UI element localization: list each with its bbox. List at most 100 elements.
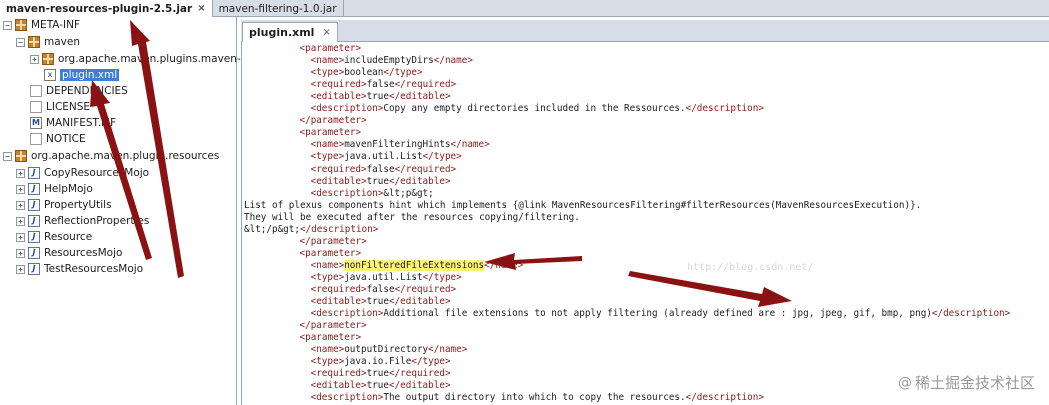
package-icon xyxy=(15,19,27,31)
file-icon xyxy=(30,101,42,113)
code-line[interactable]: <editable>true</editable> xyxy=(311,296,451,308)
code-line[interactable]: &lt;/p&gt;</description> xyxy=(244,224,378,236)
expand-icon[interactable]: + xyxy=(16,248,25,258)
tree-item-meta-inf[interactable]: − META-INF xyxy=(3,17,80,33)
code-line[interactable]: <name>includeEmptyDirs</name> xyxy=(311,55,473,67)
expand-icon[interactable]: + xyxy=(16,232,25,242)
brand-text: 稀土掘金技术社区 xyxy=(914,374,1035,392)
file-icon xyxy=(30,85,42,97)
code-line[interactable]: <required>false</required> xyxy=(311,284,457,296)
code-line[interactable]: <description>Copy any empty directories … xyxy=(311,103,764,115)
java-class-icon: J xyxy=(28,231,40,243)
xml-code-editor[interactable]: http://blog.csdn.net/ <parameter> <name>i… xyxy=(241,42,1049,405)
jar-file-tree: − META-INF − maven + org.apache.maven.pl… xyxy=(0,17,257,405)
code-line[interactable]: <name>outputDirectory</name> xyxy=(311,344,468,356)
expand-icon[interactable]: + xyxy=(16,200,25,210)
code-line[interactable]: <required>false</required> xyxy=(311,164,457,176)
at-icon: @ xyxy=(897,374,912,391)
tree-item-plugin-xml[interactable]: x plugin.xml xyxy=(44,67,120,83)
tree-item-label: Resource xyxy=(44,231,93,243)
jar-tab-bar: maven-resources-plugin-2.5.jar × maven-f… xyxy=(0,0,1049,17)
tree-item-class[interactable]: + J ResourcesMojo xyxy=(16,245,122,261)
tree-item-label: LICENSE xyxy=(46,101,91,113)
code-line[interactable]: <parameter> xyxy=(300,248,362,260)
url-watermark: http://blog.csdn.net/ xyxy=(687,262,814,273)
tree-item-label: HelpMojo xyxy=(44,183,93,195)
code-line[interactable]: <description>Additional file extensions … xyxy=(311,308,1011,320)
tree-item-maven[interactable]: − maven xyxy=(16,34,80,50)
code-line[interactable]: <description>&lt;p&gt; xyxy=(311,188,434,200)
expand-icon[interactable]: + xyxy=(16,184,25,194)
java-class-icon: J xyxy=(28,183,40,195)
code-line[interactable]: <type>java.util.List</type> xyxy=(311,151,462,163)
jar-tab-label: maven-filtering-1.0.jar xyxy=(218,2,337,15)
code-line[interactable]: <editable>true</editable> xyxy=(311,380,451,392)
expand-icon[interactable]: + xyxy=(16,216,25,226)
tree-item-label: PropertyUtils xyxy=(44,199,112,211)
code-line[interactable]: <parameter> xyxy=(300,43,362,55)
tree-item-label: MANIFEST.MF xyxy=(46,117,117,129)
collapse-icon[interactable]: − xyxy=(16,37,25,47)
code-line[interactable]: <parameter> xyxy=(300,127,362,139)
collapse-icon[interactable]: − xyxy=(3,20,12,30)
java-class-icon: J xyxy=(28,263,40,275)
tree-item-class[interactable]: + J CopyResourcesMojo xyxy=(16,165,149,181)
code-line[interactable]: <type>java.io.File</type> xyxy=(311,356,451,368)
tree-item-label: NOTICE xyxy=(46,133,86,145)
java-class-icon: J xyxy=(28,167,40,179)
tree-item-label: org.apache.maven.plugins.maven-res xyxy=(58,53,257,65)
jar-tab-maven-resources-plugin[interactable]: maven-resources-plugin-2.5.jar × xyxy=(0,0,213,17)
code-line[interactable]: <name>nonFilteredFileExtensions</name> xyxy=(311,259,523,272)
package-icon xyxy=(42,53,54,65)
editor-tab-label: plugin.xml xyxy=(249,26,315,39)
java-class-icon: J xyxy=(28,215,40,227)
code-line[interactable]: <editable>true</editable> xyxy=(311,176,451,188)
jar-tab-label: maven-resources-plugin-2.5.jar xyxy=(6,2,193,15)
java-class-icon: J xyxy=(28,247,40,259)
code-line[interactable]: They will be executed after the resource… xyxy=(244,212,580,224)
tree-item-label: CopyResourcesMojo xyxy=(44,167,150,179)
code-line[interactable]: <required>false</required> xyxy=(311,79,457,91)
code-line[interactable]: </parameter> xyxy=(300,236,367,248)
package-icon xyxy=(28,36,40,48)
collapse-icon[interactable]: − xyxy=(3,151,12,161)
expand-icon[interactable]: + xyxy=(16,264,25,274)
tree-item-label: ResourcesMojo xyxy=(44,247,123,259)
tree-item-plugin-package[interactable]: + org.apache.maven.plugins.maven-res xyxy=(30,51,257,67)
tree-item-class[interactable]: + J PropertyUtils xyxy=(16,197,112,213)
tree-item-class[interactable]: + J HelpMojo xyxy=(16,181,93,197)
tree-item-notice[interactable]: NOTICE xyxy=(30,131,86,147)
expand-icon[interactable]: + xyxy=(30,54,39,64)
code-line[interactable]: List of plexus components hint which imp… xyxy=(244,200,921,212)
tree-item-class[interactable]: + J Resource xyxy=(16,229,92,245)
xml-file-icon: x xyxy=(44,69,56,81)
code-line[interactable]: <description>The output directory into w… xyxy=(311,392,764,404)
tree-item-resources-package[interactable]: − org.apache.maven.plugin.resources xyxy=(3,148,219,164)
tree-item-manifest[interactable]: M MANIFEST.MF xyxy=(30,115,116,131)
tree-item-label: ReflectionProperties xyxy=(44,215,150,227)
file-icon xyxy=(30,133,42,145)
java-class-icon: J xyxy=(28,199,40,211)
code-line[interactable]: <type>boolean</type> xyxy=(311,67,423,79)
code-line[interactable]: </parameter> xyxy=(300,320,367,332)
package-icon xyxy=(15,150,27,162)
code-line[interactable]: </parameter> xyxy=(300,115,367,127)
tree-item-class[interactable]: + J TestResourcesMojo xyxy=(16,261,143,277)
code-line[interactable]: <name>mavenFilteringHints</name> xyxy=(311,139,490,151)
jar-tab-maven-filtering[interactable]: maven-filtering-1.0.jar xyxy=(213,0,344,17)
manifest-icon: M xyxy=(30,117,42,129)
tree-item-label: org.apache.maven.plugin.resources xyxy=(31,150,220,162)
close-icon[interactable]: × xyxy=(197,3,205,14)
code-line[interactable]: <parameter> xyxy=(300,332,362,344)
brand-watermark: @ 稀土掘金技术社区 xyxy=(898,372,1035,393)
close-icon[interactable]: × xyxy=(322,27,330,38)
code-line[interactable]: <required>true</required> xyxy=(311,368,451,380)
tree-item-class[interactable]: + J ReflectionProperties xyxy=(16,213,149,229)
tab-plugin-xml[interactable]: plugin.xml × xyxy=(242,22,338,42)
code-line[interactable]: <type>java.util.List</type> xyxy=(311,272,462,284)
tree-item-license[interactable]: LICENSE xyxy=(30,99,90,115)
tree-item-dependencies[interactable]: DEPENDENCIES xyxy=(30,83,128,99)
expand-icon[interactable]: + xyxy=(16,168,25,178)
code-line[interactable]: <editable>true</editable> xyxy=(311,91,451,103)
editor-tab-bar: plugin.xml × xyxy=(241,20,1049,42)
